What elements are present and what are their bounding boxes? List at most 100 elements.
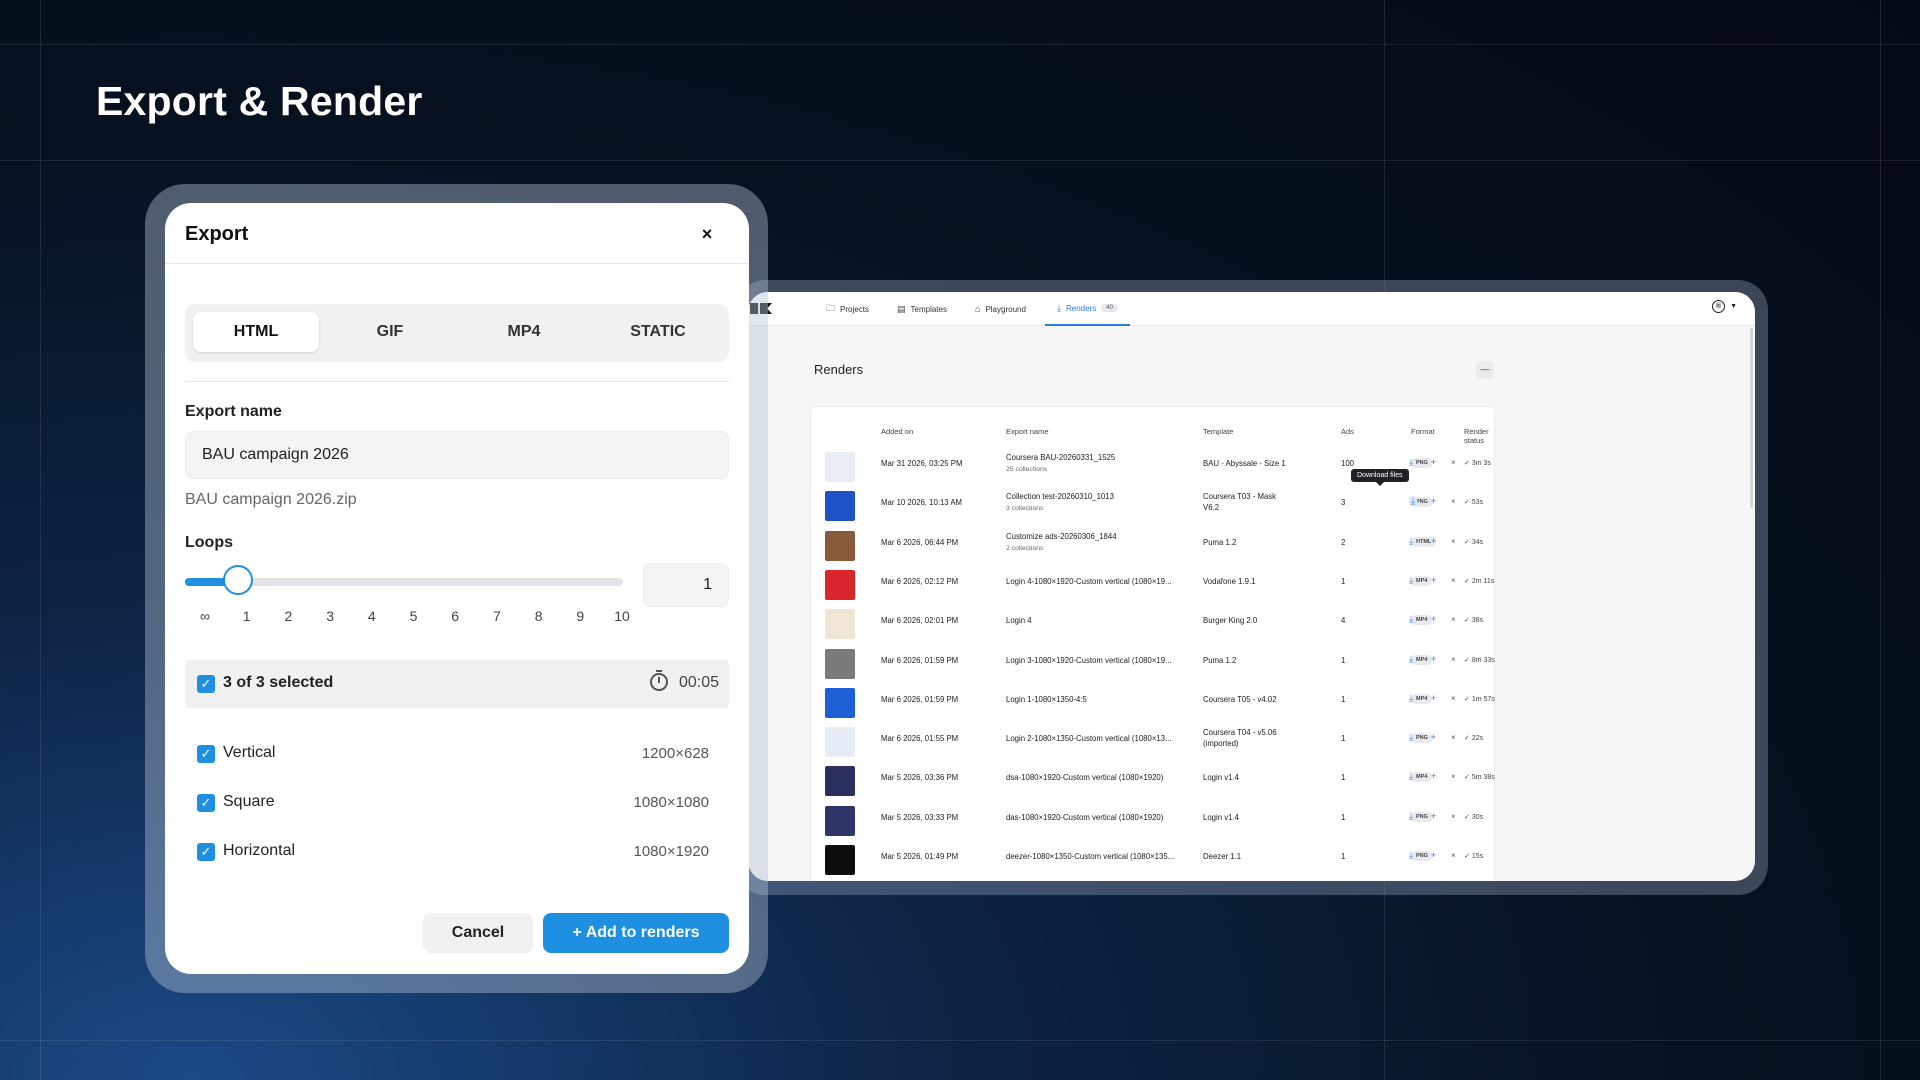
download-icon[interactable]: ⤓ (1409, 457, 1413, 468)
close-button[interactable]: × (695, 222, 719, 246)
loops-tick-label: 2 (284, 608, 293, 624)
table-row[interactable]: Mar 6 2026, 06:44 PM Customize ads-202603… (811, 528, 1496, 567)
nav-tab-templates[interactable]: ▤ Templates (897, 292, 947, 326)
select-all-checkbox[interactable]: ✓ (197, 675, 215, 693)
export-name: dsa-1080×1920-Custom vertical (1080×1920… (1006, 773, 1164, 783)
selection-count: 3 of 3 selected (223, 674, 334, 691)
download-icon[interactable]: ⤓ (1409, 811, 1413, 822)
download-icon[interactable]: ⤓ (1409, 614, 1413, 625)
size-checkbox-horizontal[interactable]: ✓ (197, 843, 215, 861)
loops-label: Loops (185, 534, 233, 551)
delete-icon[interactable]: × (1451, 733, 1456, 742)
delete-icon[interactable]: × (1451, 576, 1456, 585)
delete-icon[interactable]: × (1451, 655, 1456, 664)
loops-tick-label: ∞ (200, 608, 210, 624)
size-dimensions: 1080×1080 (633, 794, 710, 811)
export-name: das-1080×1920-Custom vertical (1080×1920… (1006, 812, 1164, 822)
render-status: ✓ 15s (1464, 853, 1484, 860)
export-name-input[interactable] (185, 431, 729, 479)
table-row[interactable]: Mar 5 2026, 03:33 PM das-1080×1920-Custom… (811, 803, 1496, 842)
download-icon[interactable]: ⤓ (1409, 732, 1413, 743)
column-header: Ads (1341, 427, 1354, 436)
vertical-scrollbar[interactable] (1750, 328, 1753, 508)
ads-count: 100 (1341, 459, 1355, 468)
delete-icon[interactable]: × (1451, 694, 1456, 703)
cancel-button[interactable]: Cancel (423, 913, 533, 953)
loops-slider-handle[interactable] (223, 565, 253, 595)
add-icon[interactable]: + (1431, 693, 1436, 703)
delete-icon[interactable]: × (1451, 615, 1456, 624)
nav-tab-renders[interactable]: ⤓ Renders 40 (1045, 292, 1130, 326)
table-row[interactable]: Mar 6 2026, 02:01 PM Login 4 Burger King 2… (811, 606, 1496, 645)
delete-icon[interactable]: × (1451, 812, 1456, 821)
loops-value-input[interactable]: 1 (643, 563, 729, 607)
export-name: Login 4 (1006, 616, 1032, 626)
download-icon[interactable]: ⤓ (1409, 654, 1413, 665)
template-name: Coursera T05 - v4.02 (1203, 694, 1277, 704)
format-tab-gif[interactable]: GIF (327, 312, 453, 352)
export-name: Login 2-1080×1350-Custom vertical (1080×… (1006, 734, 1172, 744)
table-row[interactable]: Mar 5 2026, 01:49 PM deezer-1080×1350-Cus… (811, 842, 1496, 881)
table-row[interactable]: Mar 5 2026, 03:36 PM dsa-1080×1920-Custom… (811, 763, 1496, 802)
size-checkbox-square[interactable]: ✓ (197, 794, 215, 812)
template-version: V6.2 (1203, 503, 1220, 513)
top-navigation: 🗀 Projects ▤ Templates ⌂ Playground ⤓ Re… (748, 292, 1755, 326)
render-status: ✓ 2m 11s (1464, 577, 1495, 585)
format-badge: PNG (1411, 851, 1433, 861)
format-tab-mp4[interactable]: MP4 (461, 312, 587, 352)
format-badge: PNG (1411, 458, 1433, 468)
export-name: Customize ads-20260306_1844 (1006, 531, 1117, 541)
add-icon[interactable]: + (1431, 614, 1436, 624)
added-on: Mar 6 2026, 01:59 PM (881, 694, 959, 704)
add-icon[interactable]: + (1431, 575, 1436, 585)
download-icon[interactable]: ⤓ (1409, 693, 1413, 704)
added-on: Mar 5 2026, 03:33 PM (881, 812, 959, 822)
ads-count: 1 (1341, 852, 1346, 861)
format-badge: MP4 (1411, 772, 1433, 783)
add-icon[interactable]: + (1431, 811, 1436, 821)
delete-icon[interactable]: × (1451, 497, 1456, 506)
nav-tab-projects[interactable]: 🗀 Projects (826, 292, 869, 326)
nav-tab-playground[interactable]: ⌂ Playground (975, 292, 1026, 326)
delete-icon[interactable]: × (1451, 851, 1456, 860)
ads-count: 1 (1341, 812, 1346, 822)
add-icon[interactable]: + (1431, 536, 1436, 546)
renders-count-badge: 40 (1101, 304, 1118, 312)
add-icon[interactable]: + (1431, 732, 1436, 742)
add-icon[interactable]: + (1431, 654, 1436, 664)
size-name: Horizontal (223, 842, 296, 859)
add-icon[interactable]: + (1431, 457, 1436, 467)
download-icon[interactable]: ⤓ (1409, 771, 1413, 782)
download-icon[interactable]: ⤓ (1409, 575, 1413, 586)
table-row[interactable]: Mar 6 2026, 02:12 PM Login 4-1080×1920-Cu… (811, 567, 1496, 606)
delete-icon[interactable]: × (1451, 537, 1456, 546)
add-icon[interactable]: + (1431, 850, 1436, 860)
table-row[interactable]: Mar 10 2026, 10:13 AM Collection test-202… (811, 488, 1496, 527)
template-name: BAU - Abyssale - Size 1 (1203, 459, 1286, 468)
table-row[interactable]: Mar 6 2026, 01:59 PM Login 3-1080×1920-Cu… (811, 646, 1496, 685)
render-status: ✓ 1m 57s (1464, 695, 1495, 703)
add-icon[interactable]: + (1431, 496, 1436, 506)
download-tooltip: Download files (1351, 469, 1409, 486)
size-checkbox-vertical[interactable]: ✓ (197, 745, 215, 763)
table-row[interactable]: Mar 6 2026, 01:55 PM Login 2-1080×1350-Cu… (811, 724, 1496, 763)
render-thumbnail (825, 766, 855, 797)
delete-icon[interactable]: × (1451, 772, 1456, 781)
more-menu-button[interactable]: — (1476, 361, 1494, 379)
template-name: Deezer 1.1 (1203, 852, 1242, 861)
download-icon[interactable]: ⤓ (1409, 850, 1413, 861)
table-row[interactable]: Mar 6 2026, 01:59 PM Login 1-1080×1350-4:… (811, 685, 1496, 724)
render-thumbnail (825, 569, 855, 600)
add-icon[interactable]: + (1431, 771, 1436, 781)
template-name: Puma 1.2 (1203, 537, 1237, 547)
format-tab-html[interactable]: HTML (193, 312, 319, 352)
loops-tick-label: 4 (367, 608, 376, 624)
download-icon[interactable]: ⤓ (1409, 496, 1417, 507)
account-menu[interactable]: ® ▼ (1712, 300, 1737, 313)
download-icon[interactable]: ⤓ (1409, 536, 1413, 547)
loops-tick-label: 9 (576, 608, 585, 624)
size-name: Vertical (223, 744, 276, 761)
format-tab-static[interactable]: STATIC (595, 312, 721, 352)
delete-icon[interactable]: × (1451, 458, 1456, 467)
add-to-renders-button[interactable]: + Add to renders (543, 913, 729, 953)
